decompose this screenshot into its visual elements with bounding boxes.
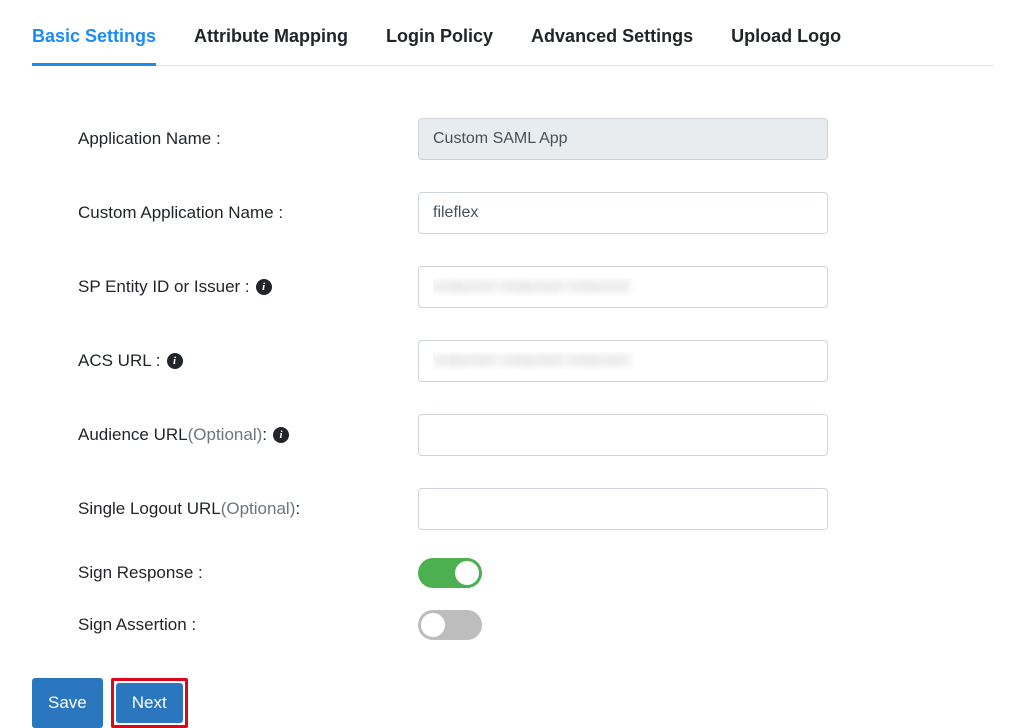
button-bar: Save Next bbox=[16, 678, 994, 728]
input-application-name bbox=[418, 118, 828, 160]
tabs: Basic Settings Attribute Mapping Login P… bbox=[32, 0, 994, 66]
input-acs-url[interactable] bbox=[418, 340, 828, 382]
label-single-logout-url: Single Logout URL (Optional) : bbox=[78, 499, 418, 519]
input-single-logout-url[interactable] bbox=[418, 488, 828, 530]
input-custom-application-name[interactable] bbox=[418, 192, 828, 234]
label-application-name: Application Name : bbox=[78, 129, 418, 149]
save-button[interactable]: Save bbox=[32, 678, 103, 728]
info-icon[interactable]: i bbox=[256, 279, 272, 295]
label-sign-assertion: Sign Assertion : bbox=[78, 615, 418, 635]
tab-login-policy[interactable]: Login Policy bbox=[386, 26, 493, 66]
label-custom-application-name: Custom Application Name : bbox=[78, 203, 418, 223]
tab-basic-settings[interactable]: Basic Settings bbox=[32, 26, 156, 66]
tab-advanced-settings[interactable]: Advanced Settings bbox=[531, 26, 693, 66]
input-audience-url[interactable] bbox=[418, 414, 828, 456]
label-acs-url: ACS URL : i bbox=[78, 351, 418, 371]
label-sign-response: Sign Response : bbox=[78, 563, 418, 583]
tab-upload-logo[interactable]: Upload Logo bbox=[731, 26, 841, 66]
toggle-sign-response[interactable] bbox=[418, 558, 482, 588]
highlight-frame: Next bbox=[111, 678, 188, 728]
next-button[interactable]: Next bbox=[116, 683, 183, 723]
label-audience-url: Audience URL (Optional) : i bbox=[78, 425, 418, 445]
info-icon[interactable]: i bbox=[167, 353, 183, 369]
info-icon[interactable]: i bbox=[273, 427, 289, 443]
input-sp-entity-id[interactable] bbox=[418, 266, 828, 308]
label-sp-entity-id: SP Entity ID or Issuer : i bbox=[78, 277, 418, 297]
toggle-sign-assertion[interactable] bbox=[418, 610, 482, 640]
form-panel: Application Name : Custom Application Na… bbox=[16, 66, 994, 640]
tab-attribute-mapping[interactable]: Attribute Mapping bbox=[194, 26, 348, 66]
